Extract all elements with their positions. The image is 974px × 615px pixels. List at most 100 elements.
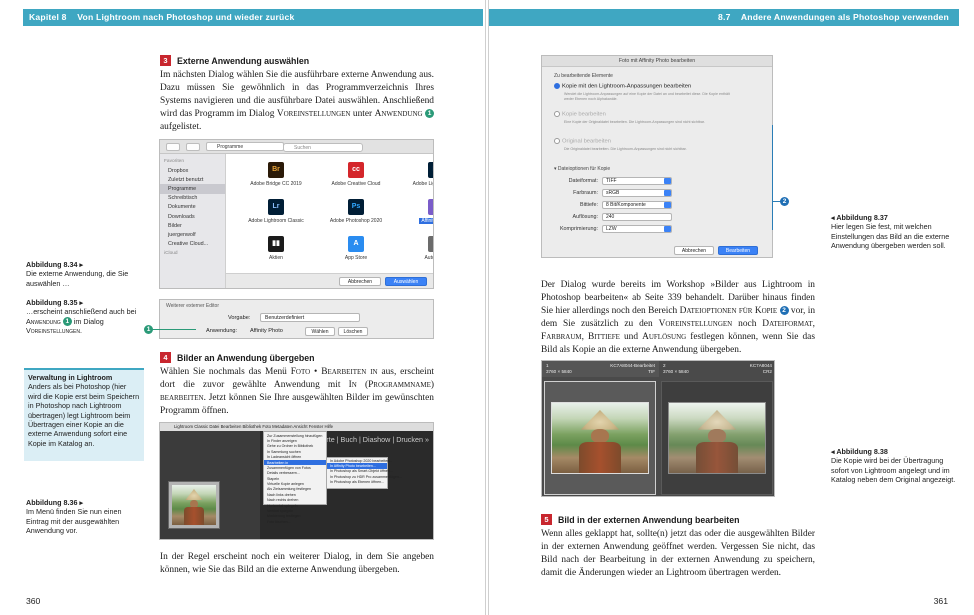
sidebar-item[interactable]: Downloads xyxy=(160,212,225,221)
cell-index: 1 xyxy=(546,363,549,368)
sidebar-item[interactable]: Dropbox xyxy=(160,166,225,175)
delete-app-button[interactable]: Löschen xyxy=(338,327,368,336)
page-right: 8.7 Andere Anwendungen als Photoshop ver… xyxy=(488,0,974,615)
menu-item[interactable]: Zur Zusammenstellung hinzufügen xyxy=(264,433,326,438)
field-label: Bittiefe: xyxy=(580,202,598,208)
step-5-text: Wenn alles geklappt hat, sollte(n) jetzt… xyxy=(541,529,815,578)
app-grid: Br Adobe Bridge CC 2019 cc Adobe Creative C… xyxy=(226,154,433,273)
sidebar-group-icloud: iCloud xyxy=(164,250,178,256)
caption-text: Im Menü finden Sie nun einen Eintrag mit… xyxy=(26,507,122,536)
step-number: 3 xyxy=(160,55,171,66)
dialog-footer: Abbrechen Auswählen xyxy=(226,273,433,288)
app-icon: ▮▮ xyxy=(268,236,284,252)
app-name: Automator xyxy=(424,255,434,261)
section-number: 8.7 xyxy=(718,12,731,22)
step-3-text: Im nächsten Dialog wählen Sie die ausfüh… xyxy=(160,69,435,134)
photo-original xyxy=(668,402,766,474)
caption-label: Abbildung 8.34 ▸ xyxy=(26,260,84,269)
grid-cell-selected[interactable] xyxy=(544,381,656,495)
app-entry[interactable]: A App Store xyxy=(316,236,396,261)
choose-app-button[interactable]: Wählen xyxy=(305,327,335,336)
search-field[interactable]: Suchen xyxy=(283,143,363,152)
radio-edit-original[interactable]: Original bearbeiten xyxy=(554,138,611,145)
app-entry[interactable]: ▮▮ Aktien xyxy=(236,236,316,261)
info-box-text: Anders als bei Photoshop (hier wird die … xyxy=(28,382,140,448)
sidebar-item[interactable]: Bilder xyxy=(160,221,225,230)
app-entry[interactable]: Lr Adobe Lightroom CC xyxy=(396,162,433,187)
file-options-toggle[interactable]: ▾ Dateioptionen für Kopie xyxy=(554,166,610,172)
preset-label: Vorgabe: xyxy=(228,315,251,321)
cancel-button[interactable]: Abbrechen xyxy=(339,277,381,286)
file-extension: TIF xyxy=(648,369,655,374)
photo-thumbnail[interactable] xyxy=(168,481,220,529)
cancel-button[interactable]: Abbrechen xyxy=(674,246,714,255)
field-select[interactable]: 240 xyxy=(602,213,672,221)
sidebar-item[interactable]: Creative Cloud... xyxy=(160,240,225,249)
choose-button[interactable]: Auswählen xyxy=(385,277,427,286)
preset-select[interactable]: Benutzerdefiniert xyxy=(260,313,360,322)
back-forward-button[interactable] xyxy=(166,142,180,151)
location-popup[interactable]: Programme xyxy=(206,142,284,151)
app-icon: Ps xyxy=(348,199,364,215)
dropdown-arrow-icon xyxy=(664,226,671,232)
field-select[interactable]: TIFF xyxy=(602,177,672,185)
caption-label: ◂ Abbildung 8.37 xyxy=(831,213,888,222)
chapter-title: Von Lightroom nach Photoshop und wieder … xyxy=(77,12,295,22)
field-label: Komprimierung: xyxy=(559,226,598,232)
section-label: Zu bearbeitende Elemente xyxy=(554,73,613,79)
app-name: Adobe Creative Cloud xyxy=(331,181,381,187)
submenu-item[interactable]: In Photoshop als Smart-Objekt öffnen... xyxy=(327,469,393,474)
step-3: 3 Externe Anwendung auswählen Im nächste… xyxy=(160,55,435,134)
text-run: noch xyxy=(732,319,763,329)
app-entry[interactable]: Ps Adobe Photoshop 2020 xyxy=(316,199,396,224)
sidebar-item[interactable]: juergenwolf xyxy=(160,230,225,239)
app-entry[interactable]: ⚙ Automator xyxy=(396,236,434,261)
caption-8-37: ◂ Abbildung 8.37 Hier legen Sie fest, mi… xyxy=(831,213,957,251)
submenu-item[interactable]: In Photoshop zu HDR Pro zusammenfügen... xyxy=(327,474,402,479)
radio-label: Kopie bearbeiten xyxy=(562,111,606,118)
app-icon: Lr xyxy=(428,162,433,178)
field-label: Auflösung: xyxy=(572,214,598,220)
option-note: Eine Kopie der Originaldatei bearbeiten.… xyxy=(564,120,705,124)
photo-shirt xyxy=(695,442,739,473)
callout-bullet: 1 xyxy=(425,109,435,119)
radio-edit-copy[interactable]: Kopie bearbeiten xyxy=(554,111,606,118)
cell-header-right: 2 KC7A8044 3760 × 5840 CR2 xyxy=(659,361,774,377)
submenu-item[interactable]: In Adobe Photoshop 2020 bearbeiten... xyxy=(327,458,392,463)
submenu-item[interactable]: In Photoshop als Ebenen öffnen... xyxy=(327,480,387,485)
sidebar-item-selected[interactable]: Programme xyxy=(160,184,225,194)
grid-cell[interactable] xyxy=(661,381,773,495)
caption-8-34: Abbildung 8.34 ▸ Die externe Anwendung, … xyxy=(26,260,146,288)
text-run: und xyxy=(619,332,643,342)
edit-button[interactable]: Bearbeiten xyxy=(718,246,758,255)
view-mode-button[interactable] xyxy=(186,142,200,151)
module-picker[interactable]: | Karte | Buch | Diashow | Drucken » xyxy=(314,435,429,444)
sidebar-item[interactable]: Schreibtisch xyxy=(160,194,225,203)
radio-edit-copy-with-adjustments[interactable]: Kopie mit den Lightroom-Anpassungen bear… xyxy=(554,83,691,90)
field-select[interactable]: 8 Bit/Komponente xyxy=(602,201,672,209)
step-4: 4 Bilder an Anwendung übergeben Wählen S… xyxy=(160,352,434,418)
section-title: Andere Anwendungen als Photoshop verwend… xyxy=(740,12,949,22)
caption-label: ◂ Abbildung 8.38 xyxy=(831,447,888,456)
radio-dot xyxy=(554,111,560,117)
caption-8-35: Abbildung 8.35 ▸ …erscheint anschließend… xyxy=(26,298,146,336)
page-left: Kapitel 8 Von Lightroom nach Photoshop u… xyxy=(0,0,486,615)
field-select[interactable]: sRGB xyxy=(602,189,672,197)
caption-label: Abbildung 8.35 ▸ xyxy=(26,298,84,307)
sidebar-item[interactable]: Dokumente xyxy=(160,203,225,212)
chapter-number: Kapitel 8 xyxy=(29,12,67,22)
app-entry[interactable]: Br Adobe Bridge CC 2019 xyxy=(236,162,316,187)
app-entry[interactable]: ◆ Affinity Photo xyxy=(396,199,433,224)
callout-bullet: 1 xyxy=(62,317,72,327)
app-entry[interactable]: cc Adobe Creative Cloud xyxy=(316,162,396,187)
page-number: 361 xyxy=(933,596,948,606)
app-name: Adobe Bridge CC 2019 xyxy=(250,181,302,187)
field-select[interactable]: LZW xyxy=(602,225,672,233)
app-entry[interactable]: Lr Adobe Lightroom Classic xyxy=(236,199,316,224)
sidebar-item[interactable]: Zuletzt benutzt xyxy=(160,175,225,184)
step-4-text: Wählen Sie nochmals das Menü Foto • Bear… xyxy=(160,366,434,418)
menu-item[interactable]: Foto löschen... xyxy=(264,519,326,524)
step-3-heading: 3 Externe Anwendung auswählen xyxy=(160,55,434,66)
app-icon: cc xyxy=(348,162,364,178)
step-title: Externe Anwendung auswählen xyxy=(177,55,310,66)
